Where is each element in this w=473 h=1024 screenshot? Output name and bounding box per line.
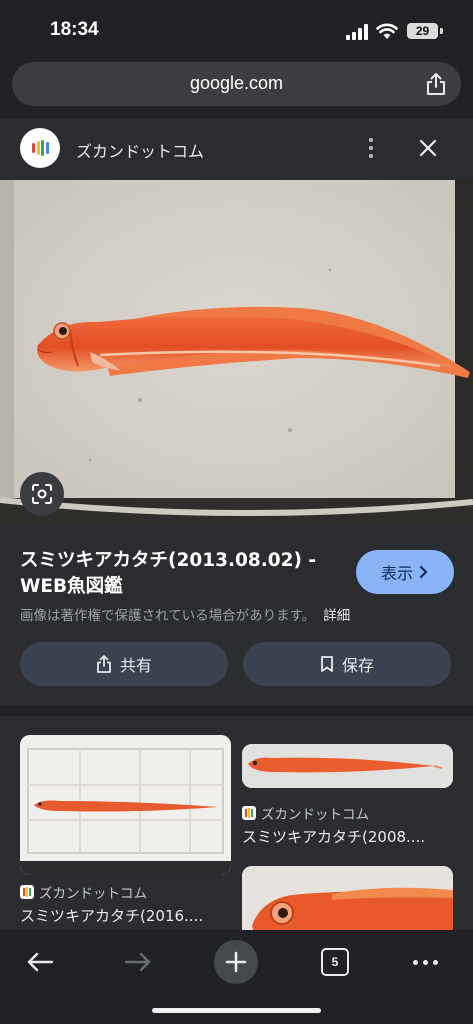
- fish-closeup-image: [242, 866, 453, 930]
- source-name[interactable]: ズカンドットコム: [76, 138, 204, 162]
- share-button[interactable]: 共有: [20, 642, 228, 686]
- battery-tip: [440, 28, 443, 34]
- tab-count: 5: [321, 948, 349, 976]
- fish-thumbnail-image: [242, 744, 453, 788]
- result-source[interactable]: ズカンドットコム: [242, 803, 369, 823]
- result-thumbnail[interactable]: [242, 866, 453, 930]
- source-logo: [20, 128, 60, 168]
- cellular-signal-icon: [346, 24, 368, 40]
- battery-level: 29: [407, 23, 438, 39]
- fish-photo[interactable]: [0, 180, 473, 522]
- forward-button[interactable]: [116, 940, 160, 984]
- result-thumbnail[interactable]: [242, 744, 453, 788]
- result-title[interactable]: スミツキアカタチ(2008....: [242, 826, 425, 847]
- share-button-label: 共有: [119, 656, 152, 675]
- more-menu-button[interactable]: [403, 940, 447, 984]
- source-logo-icon: [242, 806, 256, 820]
- back-button[interactable]: [18, 940, 62, 984]
- status-time: 18:34: [50, 19, 99, 40]
- visit-button-label: 表示: [380, 564, 413, 583]
- fish-thumbnail-image: [20, 735, 231, 875]
- google-lens-button[interactable]: [20, 472, 64, 516]
- arrow-left-icon: [27, 952, 54, 972]
- bookmark-icon: [321, 656, 333, 672]
- lens-icon: [32, 484, 52, 504]
- tab-switcher-button[interactable]: 5: [313, 940, 357, 984]
- home-indicator: [152, 1008, 321, 1013]
- result-source-name: ズカンドットコム: [39, 886, 147, 902]
- wifi-icon: [376, 23, 398, 39]
- arrow-right-icon: [124, 952, 151, 972]
- share-icon: [97, 655, 111, 673]
- copyright-notice: 画像は著作権で保護されている場合があります。 詳細: [20, 604, 350, 624]
- url-text[interactable]: google.com: [12, 73, 461, 94]
- close-icon[interactable]: [416, 136, 440, 160]
- address-bar[interactable]: google.com: [12, 62, 461, 106]
- result-source-name: ズカンドットコム: [261, 807, 369, 823]
- details-link[interactable]: 詳細: [323, 608, 350, 624]
- status-bar: 18:34 29: [0, 0, 473, 60]
- save-button[interactable]: 保存: [243, 642, 451, 686]
- related-images-grid: ズカンドットコム スミツキアカタチ(2016.... ズカンドットコム スミツキ…: [0, 716, 473, 930]
- more-options-icon[interactable]: [360, 136, 382, 160]
- image-title[interactable]: スミツキアカタチ(2013.08.02) - WEB魚図鑑: [20, 548, 338, 600]
- visit-button[interactable]: 表示: [356, 550, 454, 594]
- fish-image: [0, 180, 473, 522]
- share-icon[interactable]: [425, 72, 447, 96]
- result-thumbnail[interactable]: [20, 735, 231, 875]
- plus-icon: [225, 951, 247, 973]
- source-logo-icon: [20, 885, 34, 899]
- save-button-label: 保存: [341, 656, 374, 675]
- chevron-right-icon: [419, 565, 428, 579]
- image-detail-card: ズカンドットコム スミツキアカタチ(2013.08.02) - WEB魚図鑑 表…: [0, 118, 473, 706]
- result-source[interactable]: ズカンドットコム: [20, 882, 147, 902]
- more-menu-icon: [412, 959, 438, 965]
- copyright-notice-text: 画像は著作権で保護されている場合があります。: [20, 608, 316, 624]
- new-tab-button[interactable]: [214, 940, 258, 984]
- result-title[interactable]: スミツキアカタチ(2016....: [20, 905, 203, 926]
